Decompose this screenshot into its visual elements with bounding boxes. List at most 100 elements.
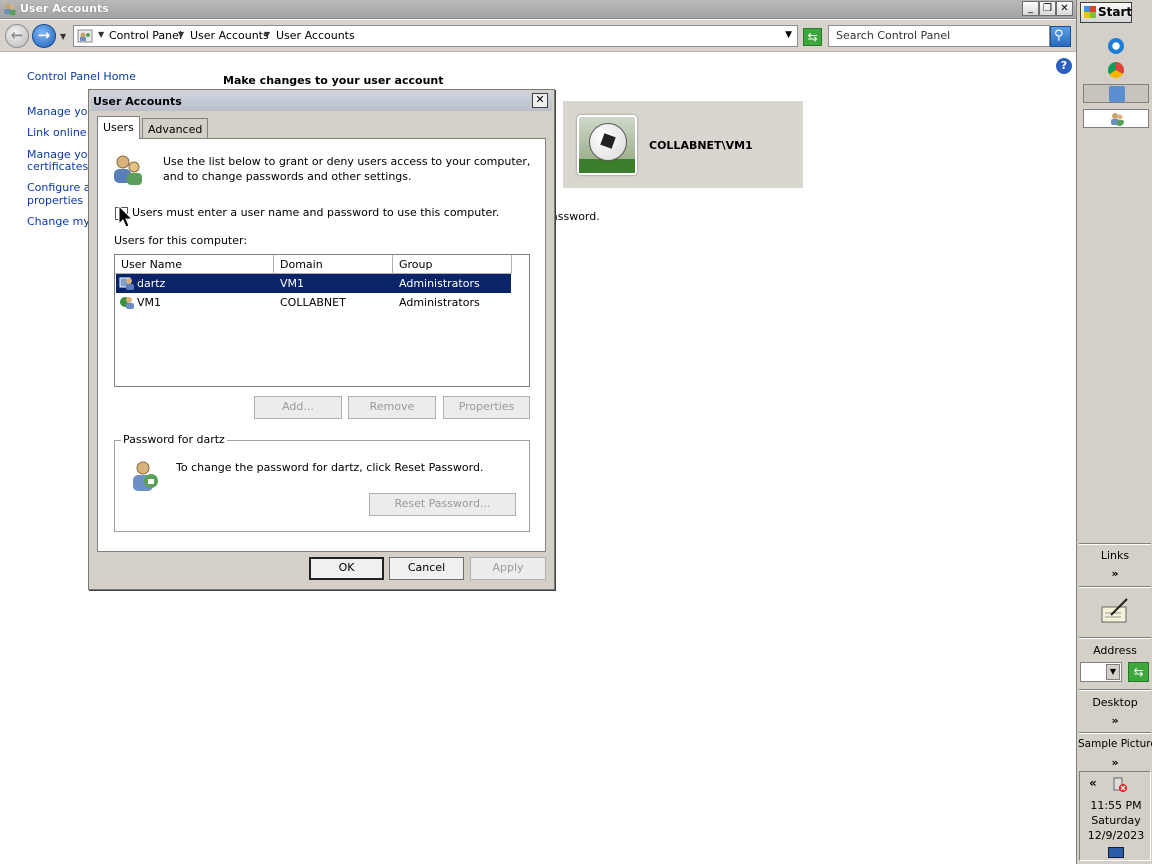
manage-certificates-link-2[interactable]: certificates (27, 160, 88, 173)
minimize-button[interactable]: _ (1022, 1, 1039, 16)
refresh-icon: ⇆ (807, 30, 818, 44)
chevron-down-icon[interactable]: ▼ (1106, 664, 1120, 680)
dialog-title-bar[interactable]: User Accounts ✕ (91, 92, 552, 111)
configure-profile-link[interactable]: Configure ac (27, 181, 97, 194)
search-button[interactable]: ⚲ (1050, 26, 1071, 47)
go-button[interactable]: ⇆ (1128, 662, 1149, 682)
links-toolbar-label[interactable]: Links (1077, 549, 1152, 562)
background-text-fragment: assword. (551, 210, 600, 223)
network-disconnected-icon[interactable] (1112, 777, 1128, 793)
domain-user-icon (120, 297, 134, 309)
breadcrumb-user-accounts[interactable]: User Accounts (190, 29, 269, 42)
password-groupbox: Password for dartz To change the passwor… (114, 433, 530, 532)
notification-area: « 11:55 PM Saturday 12/9/2023 (1079, 771, 1151, 861)
mouse-cursor-icon (118, 205, 134, 228)
forward-arrow-icon: → (37, 26, 51, 44)
user-accounts-icon (1111, 113, 1124, 126)
sample-pictures-chevron[interactable]: » (1077, 756, 1152, 769)
help-icon[interactable]: ? (1056, 58, 1072, 74)
properties-button[interactable]: Properties (443, 396, 530, 419)
address-combo[interactable]: ▼ (1080, 662, 1122, 682)
cancel-button[interactable]: Cancel (389, 557, 464, 580)
dialog-close-button[interactable]: ✕ (532, 93, 548, 108)
chevron-down-icon[interactable]: ▼ (264, 30, 270, 39)
restore-button[interactable]: ❐ (1039, 1, 1056, 16)
users-list-label: Users for this computer: (114, 234, 248, 247)
column-header-domain[interactable]: Domain (274, 255, 393, 274)
show-desktop-icon[interactable] (1108, 847, 1124, 858)
start-button[interactable]: Start (1080, 2, 1132, 23)
contact-card-icon (1109, 86, 1125, 102)
soccer-ball-icon (589, 123, 627, 161)
close-icon: ✕ (535, 93, 545, 106)
apply-button[interactable]: Apply (470, 557, 546, 580)
chrome-quicklaunch[interactable] (1083, 61, 1149, 80)
taskbar-button-user-accounts[interactable] (1083, 109, 1149, 128)
control-panel-icon (77, 29, 93, 43)
address-dropdown-icon[interactable]: ▼ (785, 30, 792, 40)
notepad-pen-icon[interactable] (1099, 597, 1131, 625)
tab-advanced[interactable]: Advanced (142, 118, 209, 139)
ok-button[interactable]: OK (309, 557, 384, 580)
add-user-button[interactable]: Add... (254, 396, 342, 419)
table-row[interactable]: dartz VM1 Administrators (116, 274, 511, 293)
require-login-label[interactable]: Users must enter a user name and passwor… (132, 206, 499, 219)
users-listview[interactable]: User Name Domain Group dartz VM1 Adminis… (114, 254, 530, 387)
sample-pictures-toolbar-label[interactable]: Sample Pictures (1078, 738, 1152, 750)
clock-day[interactable]: Saturday (1080, 814, 1152, 827)
clock-time[interactable]: 11:55 PM (1080, 799, 1152, 812)
address-toolbar-label: Address (1093, 644, 1137, 657)
vertical-taskbar: Start Links » Address ▼ ⇆ Desktop » Samp… (1076, 0, 1152, 864)
tray-expand-chevron[interactable]: « (1089, 776, 1097, 790)
cell-domain: VM1 (280, 277, 305, 290)
recent-pages-dropdown-icon[interactable]: ▼ (60, 32, 66, 41)
internet-explorer-icon (1108, 38, 1124, 54)
breadcrumb-control-panel[interactable]: Control Panel (109, 29, 182, 42)
configure-profile-link-2[interactable]: properties (27, 194, 83, 207)
chevron-down-icon[interactable]: ▼ (98, 30, 104, 39)
back-button[interactable]: ← (5, 24, 29, 48)
column-header-group[interactable]: Group (393, 255, 512, 274)
user-icon (119, 277, 134, 290)
close-button[interactable]: ✕ (1056, 1, 1073, 16)
user-accounts-icon (4, 3, 16, 16)
back-arrow-icon: ← (10, 26, 24, 44)
reset-password-button[interactable]: Reset Password... (369, 493, 516, 516)
tab-users[interactable]: Users (97, 116, 140, 139)
start-label: Start (1098, 5, 1133, 19)
taskbar-button-contacts[interactable] (1083, 84, 1149, 103)
chevron-down-icon[interactable]: ▼ (178, 30, 184, 39)
search-icon: ⚲ (1054, 28, 1064, 43)
breadcrumb[interactable]: ▼ Control Panel ▼ User Accounts ▼ User A… (73, 25, 798, 47)
control-panel-home-link[interactable]: Control Panel Home (27, 70, 136, 83)
refresh-button[interactable]: ⇆ (803, 28, 822, 46)
chrome-icon (1108, 62, 1124, 78)
windows-flag-icon (1084, 6, 1096, 18)
search-input[interactable]: Search Control Panel (828, 25, 1050, 47)
account-name: COLLABNET\VM1 (649, 139, 753, 152)
address-bar: ← → ▼ ▼ Control Panel ▼ User Accounts ▼ … (0, 20, 1076, 52)
window-title-bar[interactable]: User Accounts _ ❐ ✕ (0, 0, 1076, 19)
password-group-legend: Password for dartz (121, 433, 227, 446)
links-chevron[interactable]: » (1077, 567, 1152, 580)
page-title: Make changes to your user account (223, 74, 444, 87)
cell-group: Administrators (399, 296, 480, 309)
ie-quicklaunch[interactable] (1083, 37, 1149, 56)
table-row[interactable]: VM1 COLLABNET Administrators (116, 293, 511, 312)
user-accounts-dialog: User Accounts ✕ Users Advanced Use the l… (88, 89, 555, 590)
user-password-icon (133, 461, 158, 491)
breadcrumb-user-accounts-current[interactable]: User Accounts (276, 29, 355, 42)
users-group-icon (114, 155, 142, 185)
cell-group: Administrators (399, 277, 480, 290)
column-header-user-name[interactable]: User Name (115, 255, 274, 274)
intro-text: Use the list below to grant or deny user… (163, 155, 531, 183)
account-picture (577, 115, 637, 175)
desktop-toolbar-label[interactable]: Desktop (1077, 696, 1152, 709)
window-title: User Accounts (20, 2, 109, 15)
desktop-chevron[interactable]: » (1077, 714, 1152, 727)
account-card: COLLABNET\VM1 (563, 101, 803, 188)
clock-date[interactable]: 12/9/2023 (1080, 829, 1152, 842)
forward-button[interactable]: → (32, 24, 56, 48)
password-instructions: To change the password for dartz, click … (176, 461, 484, 474)
remove-user-button[interactable]: Remove (348, 396, 436, 419)
